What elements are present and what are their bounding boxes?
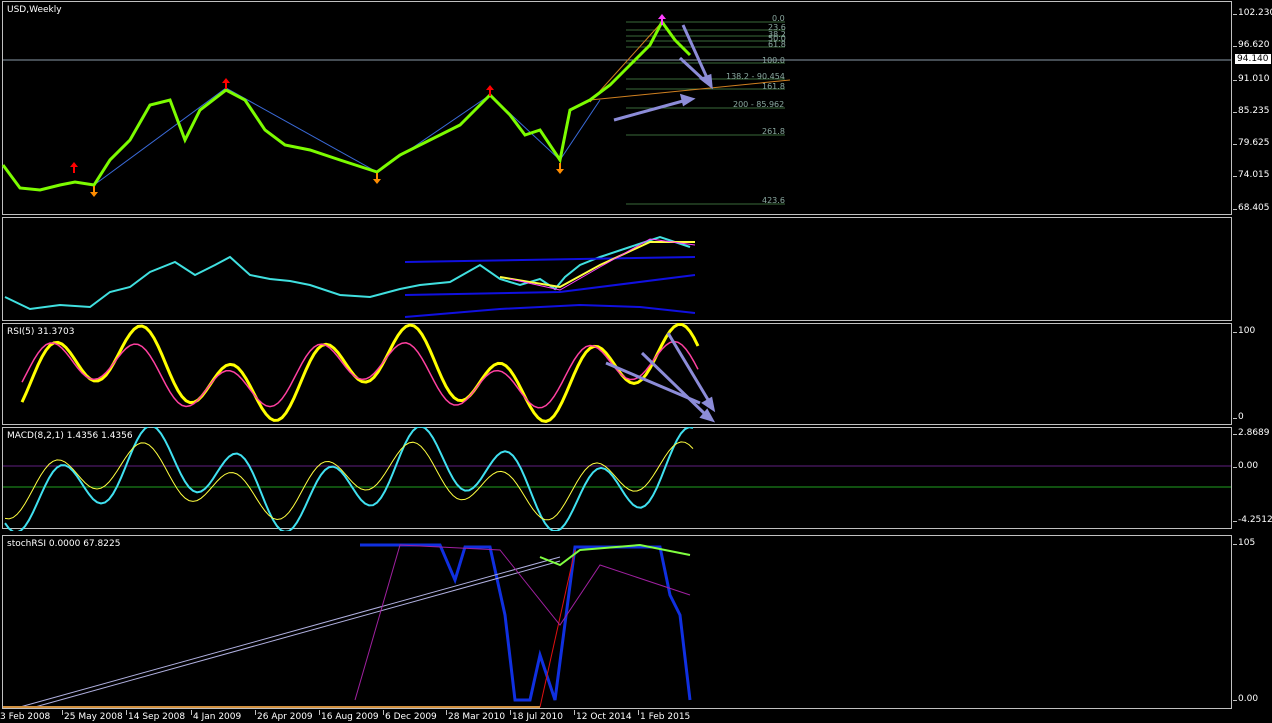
macd-tick: 0.00	[1232, 461, 1259, 471]
price-tick: 74.015	[1233, 170, 1270, 180]
stochrsi-tick: 0.00	[1232, 694, 1259, 704]
current-price-badge: 94.140	[1235, 54, 1271, 64]
fib-level-0: 0.0	[772, 14, 785, 23]
price-tick: 85.235	[1233, 106, 1270, 116]
price-tick: 68.405	[1233, 203, 1270, 213]
date-label: 16 Aug 2009	[319, 710, 379, 722]
fib-level-161: 161.8	[762, 82, 785, 91]
date-label: 1 Feb 2015	[637, 710, 691, 722]
price-axis: 102.230 96.620 94.140 91.010 85.235 79.6…	[1232, 0, 1272, 723]
ma-cloud-graphics	[4, 235, 696, 318]
rsi-tick: 100	[1232, 326, 1256, 336]
rsi-graphics	[20, 323, 716, 423]
macd-tick: 2.8689	[1233, 428, 1270, 438]
date-label: 28 Mar 2010	[445, 710, 506, 722]
fib-level-100: 100.0	[762, 56, 785, 65]
date-label: 3 Feb 2008	[0, 712, 51, 722]
date-label: 6 Dec 2009	[383, 710, 437, 722]
fib-level-423: 423.6	[762, 196, 785, 205]
price-tick: 102.230	[1232, 8, 1272, 18]
price-tick: 79.625	[1233, 138, 1270, 148]
stochrsi-tick: 105	[1232, 538, 1256, 548]
fib-level-261: 261.8	[762, 127, 785, 136]
price-chart-graphics	[1, 14, 1231, 205]
macd-graphics	[3, 427, 1231, 531]
price-tick: 91.010	[1233, 74, 1270, 84]
date-label: 12 Oct 2014	[574, 710, 632, 722]
date-label: 14 Sep 2008	[125, 710, 186, 722]
rsi-tick: 0	[1233, 412, 1244, 422]
fib-level-200: 200 - 85.962	[733, 100, 785, 109]
date-label: 25 May 2008	[62, 710, 123, 722]
macd-tick: -4.2512	[1233, 515, 1272, 525]
stochrsi-graphics	[3, 543, 692, 708]
date-label: 18 Jul 2010	[510, 710, 563, 722]
fib-level-138: 138.2 - 90.454	[726, 72, 785, 81]
date-label: 26 Apr 2009	[255, 710, 313, 722]
date-label: 4 Jan 2009	[190, 710, 242, 722]
fib-level-61: 61.8	[768, 40, 786, 49]
price-tick: 96.620	[1233, 40, 1270, 50]
